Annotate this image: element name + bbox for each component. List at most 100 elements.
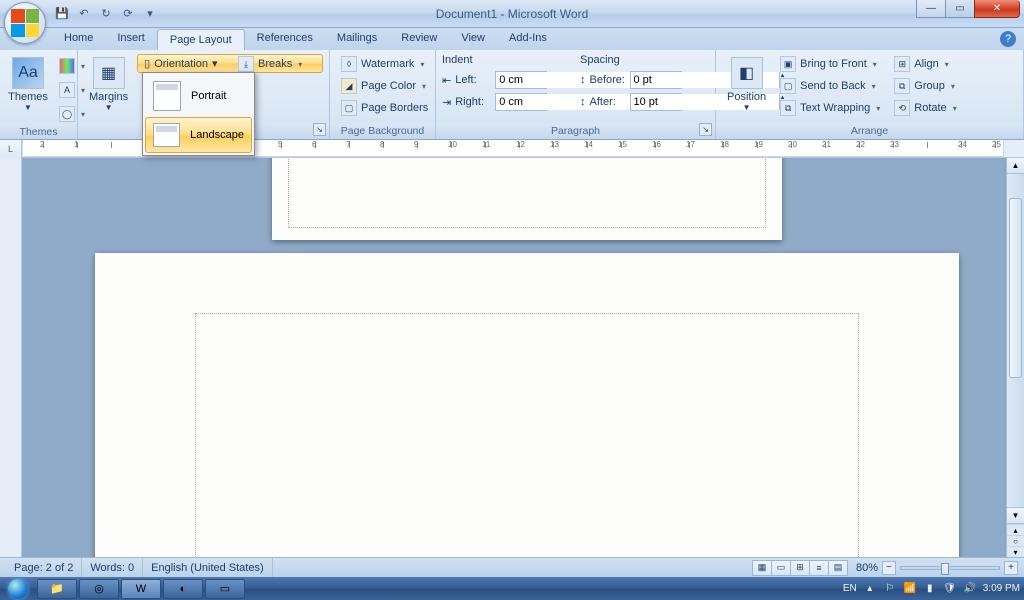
tab-add-ins[interactable]: Add-Ins	[497, 28, 559, 50]
orientation-landscape[interactable]: Landscape	[145, 117, 252, 153]
align-button[interactable]: ⊞Align▾	[889, 54, 961, 74]
tab-insert[interactable]: Insert	[105, 28, 157, 50]
breaks-button[interactable]: ⤓Breaks▾	[233, 54, 307, 74]
qat-customize[interactable]: ▾	[140, 4, 160, 24]
zoom-thumb[interactable]	[941, 563, 949, 575]
tray-clock[interactable]: 3:09 PM	[983, 583, 1020, 594]
tray-shield-icon[interactable]: 🛡	[943, 582, 957, 596]
help-button[interactable]: ?	[1000, 31, 1016, 47]
bring-to-front-button[interactable]: ▣Bring to Front▾	[775, 54, 885, 74]
scroll-down[interactable]: ▼	[1007, 507, 1024, 523]
tab-selector[interactable]: L	[0, 140, 22, 158]
spacing-before-icon: ↕	[580, 74, 586, 86]
indent-left-input[interactable]: ▲▼	[495, 71, 547, 89]
status-language[interactable]: English (United States)	[143, 558, 273, 577]
taskbar-word[interactable]: W	[121, 579, 161, 599]
view-outline[interactable]: ≡	[809, 560, 829, 576]
tray-volume-icon[interactable]: 🔊	[963, 582, 977, 596]
next-page[interactable]: ▾	[1007, 546, 1024, 557]
document-canvas[interactable]	[22, 158, 1004, 557]
margins-icon: ▦	[93, 57, 125, 89]
status-words[interactable]: Words: 0	[82, 558, 143, 577]
tab-view[interactable]: View	[449, 28, 497, 50]
tab-home[interactable]: Home	[52, 28, 105, 50]
orientation-label: Orientation	[154, 58, 208, 70]
send-to-back-button[interactable]: ▢Send to Back▾	[775, 76, 885, 96]
view-web-layout[interactable]: ⊞	[790, 560, 810, 576]
zoom-in[interactable]: +	[1004, 561, 1018, 575]
page-borders-button[interactable]: ▢Page Borders	[336, 98, 433, 118]
prev-page[interactable]: ▴	[1007, 524, 1024, 535]
colors-icon	[59, 58, 75, 74]
page-color-button[interactable]: ◢Page Color▾	[336, 76, 433, 96]
zoom-slider[interactable]	[900, 566, 1000, 570]
start-button[interactable]	[0, 577, 36, 600]
quick-access-toolbar: 💾 ↶ ↻ ⟳ ▾	[52, 4, 160, 24]
send-back-icon: ▢	[780, 78, 796, 94]
margins-button[interactable]: ▦ Margins ▼	[84, 54, 133, 135]
position-button[interactable]: ◧ Position ▼	[722, 54, 771, 123]
themes-button[interactable]: Aa Themes ▼	[6, 54, 50, 124]
orientation-icon: ▯	[144, 57, 150, 70]
taskbar: 📁 ◎ W ◐ ▭ EN ▴ ⚐ 📶 ▮ 🛡 🔊 3:09 PM	[0, 577, 1024, 600]
taskbar-app-2[interactable]: ▭	[205, 579, 245, 599]
vertical-ruler[interactable]	[0, 158, 22, 557]
scroll-up[interactable]: ▲	[1007, 158, 1024, 174]
tab-review[interactable]: Review	[389, 28, 449, 50]
tab-references[interactable]: References	[245, 28, 325, 50]
qat-redo[interactable]: ↻	[96, 4, 116, 24]
browse-object[interactable]: ○	[1007, 535, 1024, 546]
themes-icon: Aa	[12, 57, 44, 89]
taskbar-app-1[interactable]: ◐	[163, 579, 203, 599]
scroll-thumb[interactable]	[1009, 198, 1022, 378]
taskbar-chrome[interactable]: ◎	[79, 579, 119, 599]
indent-right-input[interactable]: ▲▼	[495, 93, 547, 111]
tab-page-layout[interactable]: Page Layout	[157, 29, 245, 51]
orientation-menu: Portrait Landscape	[142, 72, 255, 156]
zoom-out[interactable]: −	[882, 561, 896, 575]
group-label-themes: Themes	[6, 124, 71, 138]
indent-right-label: Right:	[455, 96, 491, 108]
page-2[interactable]	[95, 253, 959, 557]
status-page[interactable]: Page: 2 of 2	[6, 558, 82, 577]
vertical-scrollbar[interactable]: ▲ ▼ ▴ ○ ▾	[1006, 158, 1024, 557]
office-button[interactable]	[4, 2, 46, 44]
qat-repeat[interactable]: ⟳	[118, 4, 138, 24]
spacing-before-input[interactable]: ▲▼	[630, 71, 682, 89]
page-2-margin	[195, 313, 859, 557]
view-draft[interactable]: ▤	[828, 560, 848, 576]
maximize-button[interactable]: ▭	[945, 0, 975, 18]
taskbar-explorer[interactable]: 📁	[37, 579, 77, 599]
view-full-screen[interactable]: ▭	[771, 560, 791, 576]
qat-save[interactable]: 💾	[52, 4, 72, 24]
page-setup-launcher[interactable]: ↘	[313, 123, 326, 136]
spacing-after-label: After:	[590, 96, 626, 108]
group-button[interactable]: ⧉Group▾	[889, 76, 961, 96]
view-print-layout[interactable]: ▦	[752, 560, 772, 576]
group-themes: Aa Themes ▼ ▾ A▾ ◯▾ Themes	[0, 50, 78, 139]
orientation-portrait[interactable]: Portrait	[145, 75, 252, 117]
zoom-level[interactable]: 80%	[856, 562, 878, 574]
tray-flag-icon[interactable]: ⚐	[883, 582, 897, 596]
minimize-button[interactable]: —	[916, 0, 946, 18]
qat-undo[interactable]: ↶	[74, 4, 94, 24]
watermark-button[interactable]: ◊Watermark▾	[336, 54, 433, 74]
page-1[interactable]	[272, 158, 782, 240]
tray-lang[interactable]: EN	[843, 583, 857, 594]
tray-battery-icon[interactable]: ▮	[923, 582, 937, 596]
spacing-after-input[interactable]: ▲▼	[630, 93, 682, 111]
tray-chevron-icon[interactable]: ▴	[863, 582, 877, 596]
status-bar: Page: 2 of 2 Words: 0 English (United St…	[0, 557, 1024, 577]
windows-orb-icon	[8, 579, 28, 599]
paragraph-launcher[interactable]: ↘	[699, 123, 712, 136]
ribbon-tabs: Home Insert Page Layout References Maili…	[0, 28, 1024, 50]
tray-network-icon[interactable]: 📶	[903, 582, 917, 596]
rotate-button[interactable]: ⟲Rotate▾	[889, 98, 961, 118]
tab-mailings[interactable]: Mailings	[325, 28, 389, 50]
close-button[interactable]: ✕	[974, 0, 1020, 18]
spacing-after-icon: ↕	[580, 96, 586, 108]
align-icon: ⊞	[894, 56, 910, 72]
spacing-header: Spacing	[580, 54, 708, 68]
text-wrapping-button[interactable]: ⧉Text Wrapping▾	[775, 98, 885, 118]
group-arrange: ◧ Position ▼ ▣Bring to Front▾ ▢Send to B…	[716, 50, 1024, 139]
